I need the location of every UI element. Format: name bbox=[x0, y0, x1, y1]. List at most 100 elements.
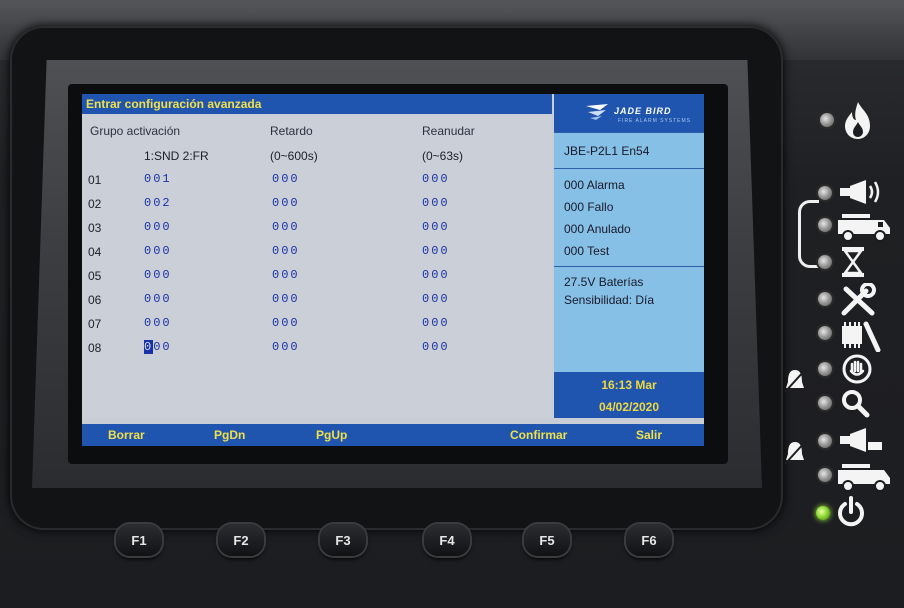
group-value-field[interactable]: 000 bbox=[144, 268, 172, 282]
delay-led bbox=[818, 255, 832, 269]
screen-title: Entrar configuración avanzada bbox=[86, 97, 262, 111]
hourglass-icon bbox=[842, 247, 864, 277]
group-value-field[interactable]: 002 bbox=[144, 196, 172, 210]
fault-led bbox=[818, 292, 832, 306]
column-header-group: Grupo activación bbox=[90, 124, 181, 138]
softkey-f6-label: Salir bbox=[636, 428, 663, 442]
brand-tagline: FIRE ALARM SYSTEMS bbox=[618, 118, 692, 124]
siren-icon bbox=[840, 180, 880, 204]
f2-key-label: F2 bbox=[233, 533, 249, 548]
row-number: 05 bbox=[88, 269, 102, 283]
column-header-resume: Reanudar bbox=[422, 124, 475, 138]
fire-led bbox=[820, 113, 834, 127]
column-header-delay: Retardo bbox=[270, 124, 313, 138]
clock-box: 16:13 Mar 04/02/2020 bbox=[554, 372, 704, 418]
row-number: 03 bbox=[88, 221, 102, 235]
group-value-field-active[interactable]: 000 bbox=[144, 340, 172, 354]
fire-icon bbox=[845, 102, 870, 139]
row-number: 08 bbox=[88, 341, 102, 355]
power-icon bbox=[838, 496, 864, 527]
row-number: 01 bbox=[88, 173, 102, 187]
row-number: 02 bbox=[88, 197, 102, 211]
subheader-delay: (0~600s) bbox=[270, 149, 318, 163]
clock-date: 04/02/2020 bbox=[598, 400, 660, 414]
brand-logo: JADE BIRD FIRE ALARM SYSTEMS bbox=[554, 94, 704, 132]
f3-key-label: F3 bbox=[335, 533, 351, 548]
resume-value-field[interactable]: 000 bbox=[422, 220, 450, 234]
function-key-bar: Borrar PgDn PgUp Confirmar Salir bbox=[82, 424, 704, 446]
module-fault-icon bbox=[842, 321, 881, 352]
softkey-f2-label: PgDn bbox=[214, 428, 246, 442]
sounder-disabled-bell-icon bbox=[784, 441, 806, 465]
f3-key[interactable]: F3 bbox=[320, 524, 366, 556]
resume-value-field[interactable]: 000 bbox=[422, 292, 450, 306]
delay-value-field[interactable]: 000 bbox=[272, 220, 300, 234]
bird-logo-icon bbox=[586, 104, 608, 120]
f6-key-label: F6 bbox=[641, 533, 657, 548]
output-group-bracket bbox=[798, 200, 819, 268]
delay-value-field[interactable]: 000 bbox=[272, 292, 300, 306]
sounder-disabled-led bbox=[818, 434, 832, 448]
battery-status: 27.5V Baterías bbox=[564, 275, 644, 289]
stop-disabled-icon bbox=[842, 354, 872, 384]
lcd-screen: Entrar configuración avanzada Grupo acti… bbox=[82, 94, 704, 446]
group-value-field[interactable]: 000 bbox=[144, 316, 172, 330]
subheader-group: 1:SND 2:FR bbox=[144, 149, 209, 163]
brand-name: JADE BIRD bbox=[614, 106, 672, 116]
resume-value-field[interactable]: 000 bbox=[422, 316, 450, 330]
disabled-counter: 000 Anulado bbox=[564, 222, 631, 236]
resume-value-field[interactable]: 000 bbox=[422, 244, 450, 258]
test-counter: 000 Test bbox=[564, 244, 610, 258]
row-number: 06 bbox=[88, 293, 102, 307]
test-search-icon bbox=[842, 390, 870, 418]
fault-counter: 000 Fallo bbox=[564, 200, 614, 214]
f4-key[interactable]: F4 bbox=[424, 524, 470, 556]
resume-value-field[interactable]: 000 bbox=[422, 172, 450, 186]
f5-key[interactable]: F5 bbox=[524, 524, 570, 556]
subheader-resume: (0~63s) bbox=[422, 149, 464, 163]
test-led bbox=[818, 396, 832, 410]
power-led bbox=[816, 506, 830, 520]
screen-title-bar: Entrar configuración avanzada bbox=[82, 94, 552, 114]
resume-value-field[interactable]: 000 bbox=[422, 268, 450, 282]
counters-section: 000 Alarma 000 Fallo 000 Anulado 000 Tes… bbox=[554, 168, 704, 267]
siren-led bbox=[818, 186, 832, 200]
tools-fault-icon bbox=[841, 283, 876, 316]
row-number: 04 bbox=[88, 245, 102, 259]
delay-value-field[interactable]: 000 bbox=[272, 244, 300, 258]
delay-value-field[interactable]: 000 bbox=[272, 316, 300, 330]
row-number: 07 bbox=[88, 317, 102, 331]
text-cursor: 0 bbox=[144, 340, 154, 354]
fire-truck-disabled-icon bbox=[838, 464, 890, 492]
f4-key-label: F4 bbox=[439, 533, 455, 548]
delay-value-field[interactable]: 000 bbox=[272, 340, 300, 354]
group-value-rest: 00 bbox=[153, 340, 172, 354]
resume-value-field[interactable]: 000 bbox=[422, 340, 450, 354]
alarm-counter: 000 Alarma bbox=[564, 178, 625, 192]
f2-key[interactable]: F2 bbox=[218, 524, 264, 556]
brigade-disabled-led bbox=[818, 468, 832, 482]
config-table: Grupo activación Retardo Reanudar 1:SND … bbox=[82, 114, 552, 418]
group-value-field[interactable]: 000 bbox=[144, 292, 172, 306]
clock-time: 16:13 Mar bbox=[601, 378, 657, 392]
disabled-bell-icon bbox=[784, 369, 806, 393]
sensitivity-status: Sensibilidad: Día bbox=[564, 293, 655, 307]
group-value-field[interactable]: 000 bbox=[144, 220, 172, 234]
group-value-field[interactable]: 001 bbox=[144, 172, 172, 186]
disabled-led bbox=[818, 362, 832, 376]
delay-value-field[interactable]: 000 bbox=[272, 196, 300, 210]
delay-value-field[interactable]: 000 bbox=[272, 268, 300, 282]
model-label: JBE-P2L1 En54 bbox=[564, 144, 650, 158]
f1-key[interactable]: F1 bbox=[116, 524, 162, 556]
f5-key-label: F5 bbox=[539, 533, 555, 548]
fire-truck-icon bbox=[838, 214, 890, 242]
resume-value-field[interactable]: 000 bbox=[422, 196, 450, 210]
softkey-f5-label: Confirmar bbox=[510, 428, 568, 442]
f1-key-label: F1 bbox=[131, 533, 147, 548]
f6-key[interactable]: F6 bbox=[626, 524, 672, 556]
softkey-f3-label: PgUp bbox=[316, 428, 348, 442]
group-value-field[interactable]: 000 bbox=[144, 244, 172, 258]
fire-brigade-led bbox=[818, 218, 832, 232]
delay-value-field[interactable]: 000 bbox=[272, 172, 300, 186]
siren-disabled-icon bbox=[840, 428, 882, 452]
